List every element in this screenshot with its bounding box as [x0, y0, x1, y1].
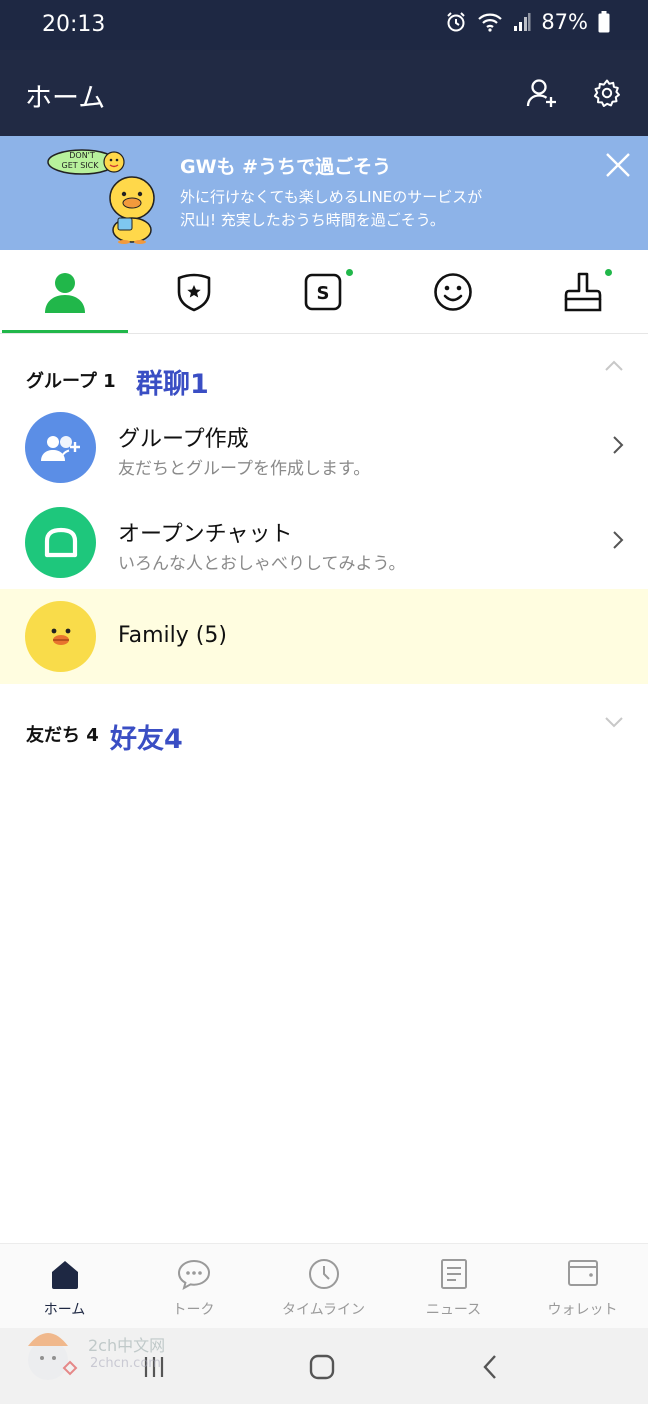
category-tabs: S: [0, 250, 648, 334]
app-header: ホーム: [0, 50, 648, 136]
duck-avatar-icon: [51, 628, 70, 645]
sally-sticker-image: DON'T GET SICK: [44, 146, 164, 244]
friends-section-label: 友だち 4: [26, 725, 99, 746]
row-subtitle: いろんな人とおしゃべりしてみよう。: [118, 554, 406, 574]
banner-close-button[interactable]: [604, 151, 632, 179]
groups-section-label: グループ 1: [26, 371, 116, 392]
add-friend-button[interactable]: [522, 73, 562, 113]
family-avatar: [25, 601, 96, 672]
tab-friends[interactable]: [2, 250, 128, 334]
row-title: オープンチャット: [118, 522, 293, 547]
nav-label: ホーム: [43, 1302, 86, 1318]
row-subtitle: 友だちとグループを作成します。: [118, 459, 371, 479]
watermark-mascot-image: [28, 1333, 78, 1380]
s-coin-icon: S: [304, 273, 342, 311]
row-title: Family (5): [118, 623, 227, 648]
group-add-icon: [40, 435, 80, 461]
banner-text: 外に行けなくても楽しめるLINEのサービスが 沢山! 充実したおうち時間を過ごそ…: [180, 186, 482, 232]
open-chat-avatar: [25, 507, 96, 578]
tab-stickers-shop[interactable]: S: [260, 250, 386, 334]
signal-icon: [513, 12, 531, 32]
row-title: グループ作成: [118, 427, 249, 452]
new-badge-dot: [605, 269, 612, 276]
smiley-icon: [434, 273, 472, 311]
friends-annotation: 好友4: [110, 724, 183, 755]
wallet-icon: [567, 1260, 598, 1286]
tab-official[interactable]: [131, 250, 257, 334]
status-icons: 87%: [445, 10, 610, 34]
friends-section-header[interactable]: 友だち 4 好友4: [0, 706, 648, 762]
watermark-text: 2ch中文网: [88, 1336, 166, 1355]
watermark-url: 2chcn.com: [90, 1356, 161, 1371]
chevron-down-icon: [605, 717, 623, 728]
create-group-row[interactable]: グループ作成 友だちとグループを作成します。: [0, 400, 648, 494]
sticker-text: DON'T: [69, 151, 95, 160]
settings-button[interactable]: [587, 73, 627, 113]
add-friend-icon: [526, 79, 556, 107]
shield-star-icon: [177, 273, 211, 312]
person-icon: [45, 273, 85, 313]
tab-emoji[interactable]: [390, 250, 516, 334]
wifi-icon: [477, 12, 503, 32]
clock-icon: [308, 1259, 339, 1289]
nav-news[interactable]: ニュース: [389, 1244, 518, 1329]
active-tab-indicator: [2, 330, 128, 333]
nav-label: ウォレット: [547, 1302, 618, 1318]
nav-label: ニュース: [425, 1302, 482, 1318]
home-square-icon: [309, 1354, 335, 1380]
svg-text:S: S: [317, 283, 330, 304]
chevron-up-icon: [605, 360, 623, 371]
settings-icon: [593, 79, 620, 107]
nav-label: タイムライン: [281, 1302, 366, 1318]
nav-wallet[interactable]: ウォレット: [518, 1244, 647, 1329]
banner-line-2: 沢山! 充実したおうち時間を過ごそう。: [180, 211, 445, 229]
open-chat-icon: [44, 527, 77, 557]
chevron-right-icon: [613, 531, 624, 549]
group-add-avatar: [25, 412, 96, 483]
nav-timeline[interactable]: タイムライン: [259, 1244, 388, 1329]
back-button[interactable]: [470, 1352, 510, 1382]
battery-percent: 87%: [541, 10, 588, 34]
status-time: 20:13: [42, 12, 106, 37]
groups-section-header[interactable]: グループ 1 群聊1: [0, 350, 648, 406]
paint-brush-icon: [564, 272, 602, 312]
banner-line-1: 外に行けなくても楽しめるLINEのサービスが: [180, 188, 483, 206]
back-icon: [483, 1355, 496, 1379]
site-watermark: 2ch中文网 2chcn.com: [22, 1322, 212, 1388]
status-bar: 20:13 87%: [0, 0, 648, 50]
banner-title: GWも #うちで過ごそう: [180, 156, 392, 178]
new-badge-dot: [346, 269, 353, 276]
nav-home[interactable]: ホーム: [0, 1244, 129, 1329]
page-title: ホーム: [25, 83, 106, 114]
nav-talk[interactable]: トーク: [129, 1244, 258, 1329]
news-icon: [440, 1259, 467, 1289]
home-system-button[interactable]: [302, 1352, 342, 1382]
chevron-right-icon: [613, 436, 624, 454]
groups-annotation: 群聊1: [136, 369, 209, 400]
tab-themes[interactable]: [520, 250, 646, 334]
svg-text:GET SICK: GET SICK: [62, 161, 100, 170]
battery-icon: [598, 11, 610, 33]
bottom-navigation: ホーム トーク タイムライン ニュース ウォレット: [0, 1243, 648, 1328]
open-chat-row[interactable]: オープンチャット いろんな人とおしゃべりしてみよう。: [0, 495, 648, 589]
promo-banner[interactable]: DON'T GET SICK GWも #うちで過ごそう 外に行けなくても楽しめる…: [0, 136, 648, 250]
chat-bubble-icon: [177, 1259, 210, 1290]
alarm-icon: [445, 11, 467, 33]
nav-label: トーク: [172, 1302, 215, 1318]
home-icon: [51, 1261, 78, 1289]
close-icon: [606, 153, 630, 177]
family-group-row[interactable]: Family (5): [0, 589, 648, 684]
